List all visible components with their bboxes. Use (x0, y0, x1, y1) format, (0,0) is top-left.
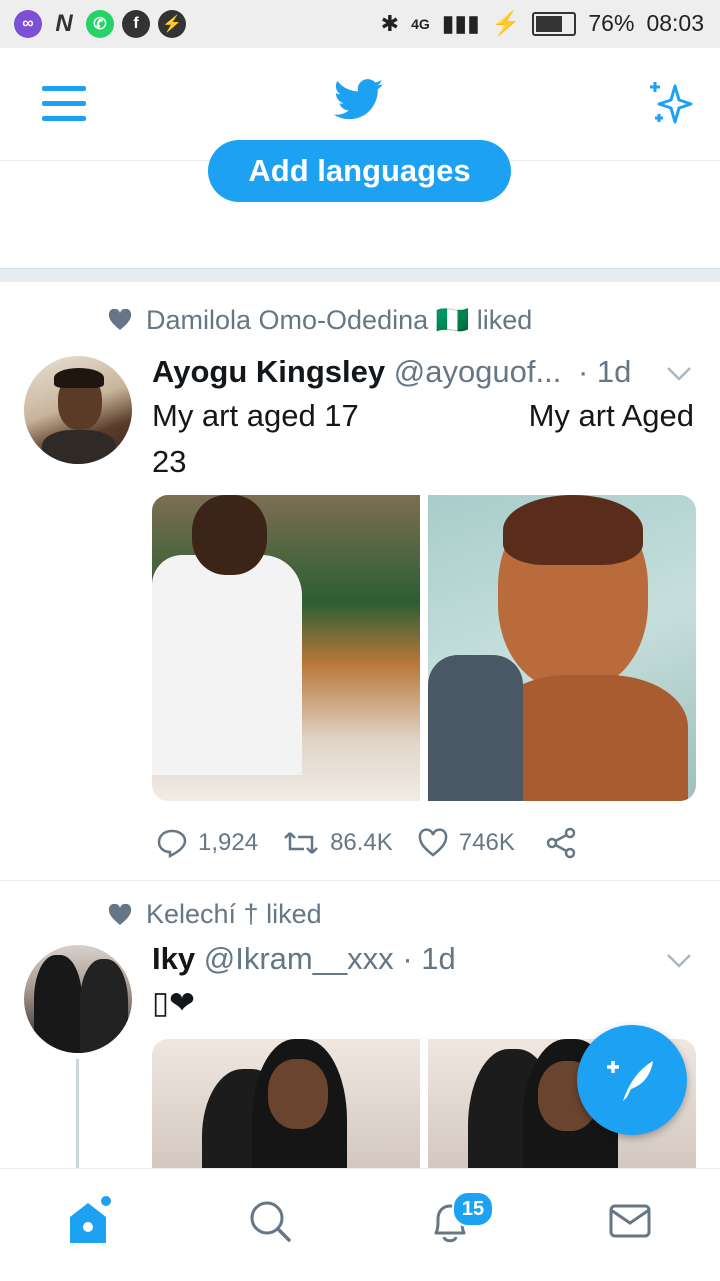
hamburger-icon[interactable] (42, 86, 86, 122)
social-context: Kelechí † liked (108, 899, 322, 930)
tweet[interactable]: Damilola Omo-Odedina 🇳🇬 liked Ayogu King… (0, 282, 720, 880)
thread-line (76, 1059, 79, 1168)
retweet-count: 86.4K (330, 829, 393, 856)
tweet-time: · 1d (402, 941, 456, 976)
status-right: ✱ 4G ▮▮▮ ⚡ 76% 08:03 (381, 10, 704, 37)
retweet-icon (284, 832, 318, 854)
media-image-left[interactable] (152, 1039, 420, 1168)
social-context-text: Damilola Omo-Odedina 🇳🇬 liked (146, 305, 533, 335)
tweet-text: ▯❤ (152, 985, 196, 1020)
chevron-down-icon[interactable] (666, 953, 692, 969)
bottom-navigation: 15 (0, 1168, 720, 1281)
status-bar: ∞ N ✆ f ⚡ ✱ 4G ▮▮▮ ⚡ 76% 08:03 (0, 0, 720, 48)
home-icon[interactable] (66, 1195, 114, 1247)
notification-badge: 15 (452, 1191, 494, 1227)
share-icon[interactable] (545, 827, 577, 859)
battery-percent: 76% (588, 10, 635, 36)
tweet-actions: 1,924 86.4K 746K (156, 827, 577, 859)
add-languages-button[interactable]: Add languages (208, 140, 511, 202)
bluetooth-icon: ✱ (380, 10, 400, 36)
signal-icon: ▮▮▮ (441, 10, 480, 36)
tweet-header: Iky @Ikram__xxx · 1d (152, 941, 456, 977)
media-image-right[interactable] (428, 495, 696, 801)
media-image-left[interactable] (152, 495, 420, 801)
facebook-icon: f (122, 10, 150, 38)
status-left-icons: ∞ N ✆ f ⚡ (14, 10, 186, 38)
avatar[interactable] (24, 945, 132, 1053)
author-handle[interactable]: @ayoguof... (394, 354, 562, 389)
heart-icon (418, 828, 448, 857)
tweet-header: Ayogu Kingsley @ayoguof... · 1d (152, 354, 631, 390)
n-app-icon: N (55, 10, 73, 37)
network-label: 4G (411, 15, 430, 32)
compose-tweet-button[interactable] (577, 1025, 687, 1135)
social-context-text: Kelechí † liked (146, 899, 322, 929)
sparkle-icon[interactable] (645, 78, 695, 128)
section-divider (0, 268, 720, 282)
tweet-text-line2: 23 (152, 444, 187, 479)
tweet-time: · 1d (577, 354, 632, 389)
like-count: 746K (458, 829, 515, 856)
messenger-icon: ⚡ (158, 10, 186, 38)
compose-feather-icon (607, 1061, 653, 1101)
author-name[interactable]: Iky (152, 941, 195, 976)
avatar[interactable] (24, 356, 132, 464)
battery-icon (532, 11, 577, 36)
tweet-media[interactable] (152, 495, 696, 801)
like-action[interactable]: 746K (417, 828, 515, 858)
heart-filled-icon (108, 903, 132, 925)
search-icon[interactable] (248, 1199, 292, 1243)
whatsapp-icon: ✆ (86, 10, 114, 38)
link-app-icon: ∞ (14, 10, 42, 38)
messages-envelope-icon[interactable] (608, 1203, 652, 1239)
author-name[interactable]: Ayogu Kingsley (152, 354, 385, 389)
reply-count: 1,924 (198, 829, 259, 856)
heart-filled-icon (108, 309, 132, 330)
tweet-text-right: My art Aged (528, 398, 694, 433)
tweet-text-left: My art aged 17 (152, 398, 359, 433)
author-handle[interactable]: @Ikram__xxx (204, 941, 394, 976)
reply-icon (157, 829, 187, 858)
twitter-bird-icon (334, 79, 384, 120)
chevron-down-icon[interactable] (666, 366, 692, 382)
reply-action[interactable]: 1,924 (156, 828, 258, 858)
social-context: Damilola Omo-Odedina 🇳🇬 liked (108, 304, 532, 336)
language-prompt: Add languages (0, 140, 720, 268)
tweet-text-line1: My art aged 17 My art Aged (152, 398, 694, 438)
clock: 08:03 (646, 10, 704, 36)
retweet-action[interactable]: 86.4K (282, 829, 393, 857)
battery-level (536, 15, 563, 32)
charging-icon: ⚡ (491, 10, 521, 36)
